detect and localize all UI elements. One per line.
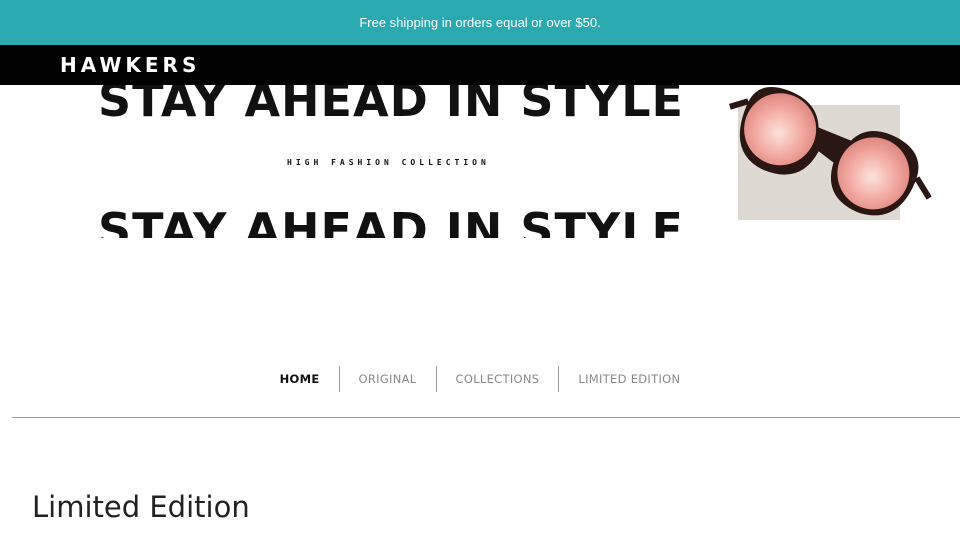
section-title: Limited Edition bbox=[32, 490, 250, 524]
nav-item-home[interactable]: HOME bbox=[261, 366, 339, 392]
hero-headline-repeat: STAY AHEAD IN STYLE bbox=[98, 203, 684, 238]
nav-divider bbox=[12, 417, 960, 418]
site-header: HAWKERS bbox=[0, 45, 960, 85]
hero-banner[interactable]: STAY AHEAD IN STYLE HIGH FASHION COLLECT… bbox=[0, 85, 960, 238]
brand-logo[interactable]: HAWKERS bbox=[60, 54, 200, 76]
nav-item-original[interactable]: ORIGINAL bbox=[338, 366, 436, 392]
promo-banner: Free shipping in orders equal or over $5… bbox=[0, 0, 960, 45]
sunglasses-image bbox=[729, 87, 932, 220]
main-navigation: HOME ORIGINAL COLLECTIONS LIMITED EDITIO… bbox=[0, 366, 960, 392]
promo-text: Free shipping in orders equal or over $5… bbox=[359, 15, 601, 30]
nav-item-collections[interactable]: COLLECTIONS bbox=[435, 366, 559, 392]
nav-item-limited-edition[interactable]: LIMITED EDITION bbox=[558, 366, 699, 392]
hero-headline: STAY AHEAD IN STYLE bbox=[98, 85, 684, 127]
hero-subheading: HIGH FASHION COLLECTION bbox=[287, 158, 490, 167]
